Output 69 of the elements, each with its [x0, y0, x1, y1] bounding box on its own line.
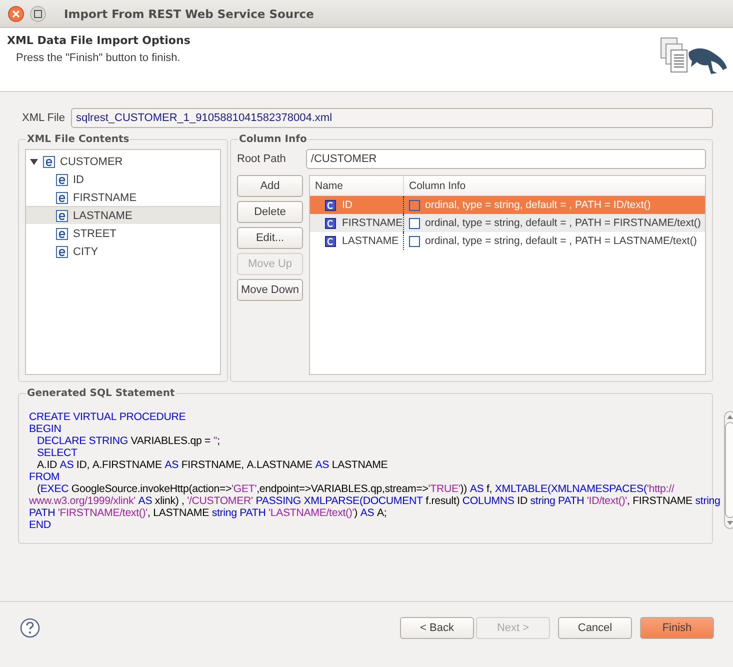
maximize-button[interactable]	[30, 6, 46, 22]
tree-label: CUSTOMER	[60, 156, 123, 168]
code-line: SELECT	[36, 447, 78, 459]
window-title: Import From REST Web Service Source	[64, 6, 314, 20]
scrollbar[interactable]	[724, 411, 733, 529]
wizard-button[interactable]: < Back	[400, 616, 474, 638]
column-header[interactable]: Column Info	[404, 176, 705, 195]
column-icon	[325, 236, 336, 246]
element-icon	[56, 246, 68, 258]
tree-item[interactable]: CITY	[26, 242, 220, 260]
element-icon	[43, 156, 55, 168]
page-title: XML Data File Import Options	[7, 34, 190, 47]
action-button[interactable]: Delete	[237, 201, 303, 223]
group-title: XML File Contents	[26, 134, 130, 145]
table-row[interactable]: FIRSTNAME ordinal, type = string, default = , PATH = FIRSTNAME/text()	[310, 214, 705, 232]
tree-item[interactable]: LASTNAME	[26, 206, 220, 224]
info-cell: ordinal, type = string, default = , PATH = ID/text()	[404, 199, 705, 211]
code-line: PATH 'FIRSTNAME/text()', LASTNAME string PATH 'LASTNAME/text()') AS A;	[29, 507, 388, 519]
column-icon	[325, 200, 336, 210]
tree-label: LASTNAME	[73, 210, 132, 222]
wizard-button[interactable]: Cancel	[558, 616, 632, 638]
tree-label: ID	[73, 174, 84, 186]
scroll-up-icon[interactable]	[727, 415, 733, 419]
expanded-arrow-icon[interactable]	[30, 158, 38, 166]
name-cell: LASTNAME	[310, 232, 404, 250]
page-message: Press the "Finish" button to finish.	[15, 52, 182, 64]
action-button[interactable]: Add	[237, 175, 303, 197]
code-line: END	[29, 519, 52, 531]
table-row[interactable]: LASTNAME ordinal, type = string, default = , PATH = LASTNAME/text()	[310, 232, 705, 250]
tree-item[interactable]: CUSTOMER	[26, 152, 220, 170]
code-line: BEGIN	[29, 423, 62, 435]
action-button[interactable]: Move Down	[237, 279, 303, 301]
info-cell: ordinal, type = string, default = , PATH = FIRSTNAME/text()	[404, 217, 705, 229]
tree-item[interactable]: ID	[26, 170, 220, 188]
root-path-field[interactable]: /CUSTOMER	[306, 149, 706, 169]
wizard-button[interactable]: Finish	[640, 616, 714, 638]
code-line: FROM	[29, 471, 61, 483]
tree-label: FIRSTNAME	[73, 192, 137, 204]
code-line: DECLARE STRING VARIABLES.qp = '';	[36, 435, 221, 447]
group-title: Generated SQL Statement	[26, 388, 176, 399]
scroll-down-icon[interactable]	[727, 521, 733, 525]
tree-item[interactable]: STREET	[26, 224, 220, 242]
xml-file-label: XML File	[22, 112, 65, 124]
help-icon[interactable]	[20, 618, 40, 638]
code-line: (EXEC GoogleSource.invokeHttp(action=>'GET',endpoint=>VARIABLES.qp,stream=>'TRUE')) AS f, XMLTABLE(XMLNAMESPACES('http://	[36, 483, 676, 495]
column-icon	[325, 218, 336, 228]
code-line: www.w3.org/1999/xlink' AS xlink) , '/CUSTOMER' PASSING XMLPARSE(DOCUMENT f.result) COLUMNS ID string PATH 'ID/text()', FIRSTNAME string	[29, 495, 720, 507]
group-title: Column Info	[238, 134, 308, 145]
name-cell: FIRSTNAME	[310, 214, 404, 232]
element-icon	[56, 192, 68, 204]
close-button[interactable]	[8, 6, 24, 22]
xml-file-field[interactable]: sqlrest_CUSTOMER_1_9105881041582378004.xml	[71, 108, 713, 128]
maximize-icon	[34, 10, 42, 18]
element-icon	[56, 228, 68, 240]
tree-label: STREET	[73, 228, 116, 240]
tree-item[interactable]: FIRSTNAME	[26, 188, 220, 206]
element-icon	[56, 174, 68, 186]
checkbox[interactable]	[409, 236, 420, 246]
column-header[interactable]: Name	[310, 176, 404, 195]
tree-label: CITY	[73, 246, 98, 258]
code-line: CREATE VIRTUAL PROCEDURE	[29, 411, 187, 423]
checkbox[interactable]	[409, 200, 420, 210]
action-button[interactable]: Edit...	[237, 227, 303, 249]
root-path-label: Root Path	[237, 153, 286, 165]
info-cell: ordinal, type = string, default = , PATH = LASTNAME/text()	[404, 235, 705, 247]
checkbox[interactable]	[409, 218, 420, 228]
close-icon	[12, 10, 20, 18]
element-icon	[56, 210, 68, 222]
code-line: A.ID AS ID, A.FIRSTNAME AS FIRSTNAME, A.LASTNAME AS LASTNAME	[36, 459, 389, 471]
